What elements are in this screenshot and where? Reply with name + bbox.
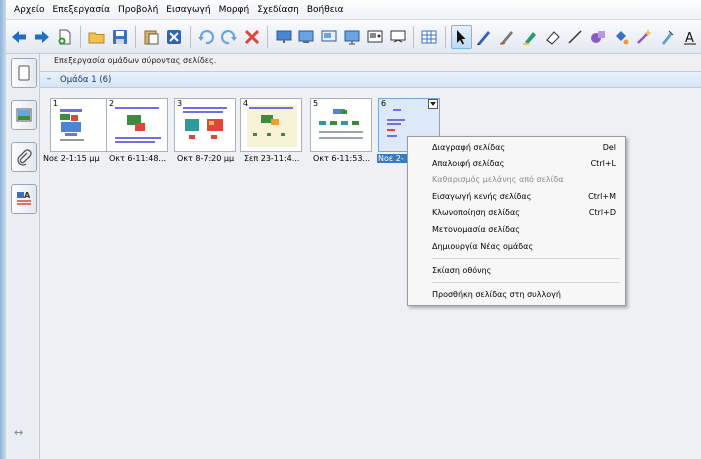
menu-edit[interactable]: Επεξεργασία: [49, 0, 115, 20]
page-sorter-tab[interactable]: [11, 58, 37, 88]
video-player-icon[interactable]: [387, 25, 408, 49]
menu-item-new-group[interactable]: Δημιουργία Νέας ομάδας: [432, 239, 622, 254]
gallery-tab[interactable]: [11, 100, 37, 130]
menu-help[interactable]: Βοήθεια: [303, 0, 348, 20]
toolbar-separator: [135, 25, 137, 48]
menu-item-label: Διαγραφή σελίδας: [432, 143, 506, 152]
collapse-icon[interactable]: –: [44, 74, 54, 85]
highlighter-icon[interactable]: [519, 25, 540, 49]
page-thumbnail-image: [319, 109, 363, 139]
menu-item-label: Δημιουργία Νέας ομάδας: [432, 242, 534, 251]
toolbar-separator: [189, 25, 191, 48]
page-caption: Οκτ 6-11:48...: [109, 154, 167, 163]
paperclip-icon[interactable]: [11, 142, 37, 172]
menu-item-label: Μετονομασία σελίδας: [432, 225, 520, 234]
document-camera-icon[interactable]: [342, 25, 363, 49]
open-folder-icon[interactable]: [86, 25, 107, 49]
page-caption: Σεπ 23-11:4...: [244, 154, 300, 163]
page-caption: Νοε 2-1:15 μμ: [43, 154, 100, 163]
menu-item-shortcut: Del: [602, 143, 616, 152]
screen-shade-icon[interactable]: [273, 25, 294, 49]
page-caption: Νοε 2-: [377, 154, 409, 163]
toolbar: A: [6, 20, 701, 54]
back-arrow-icon[interactable]: [9, 25, 30, 49]
menu-item-label: Σκίαση οθόνης: [432, 266, 492, 275]
menu-separator: [432, 282, 620, 283]
page-menu-dropdown-icon[interactable]: [428, 99, 438, 109]
menu-file[interactable]: Αρχείο: [10, 0, 49, 20]
page-thumbnail-image: [247, 105, 297, 147]
toolbar-separator: [444, 25, 446, 48]
page-thumbnail-3[interactable]: 3: [174, 98, 236, 152]
page-sorter-hint: Επεξεργασία ομάδων σύροντας σελίδες.: [54, 56, 217, 65]
page-thumbnail-2[interactable]: 2: [106, 98, 168, 152]
menu-item-clear-ink: Καθαρισμός μελάνης από σελίδα: [432, 172, 622, 187]
group-header[interactable]: – Ομάδα 1 (6): [40, 71, 701, 88]
page-thumbnail-image: [183, 107, 227, 139]
text-icon[interactable]: A: [679, 25, 700, 49]
toolbar-separator: [80, 25, 82, 48]
menu-item-add-to-gallery[interactable]: Προσθήκη σελίδας στη συλλογή: [432, 287, 622, 302]
display-icon[interactable]: [296, 25, 317, 49]
select-arrow-icon[interactable]: [450, 24, 472, 49]
menu-item-delete-page[interactable]: Διαγραφή σελίδας Del: [432, 140, 622, 155]
toolbar-separator: [267, 25, 269, 48]
properties-tab[interactable]: A: [11, 184, 37, 214]
capture-icon[interactable]: [319, 25, 340, 49]
page-thumbnail-4[interactable]: 4: [240, 98, 302, 152]
menu-item-clear-page[interactable]: Απαλοιφή σελίδας Ctrl+L: [432, 156, 622, 171]
delete-icon[interactable]: [241, 25, 262, 49]
menu-view[interactable]: Προβολή: [114, 0, 162, 20]
menu-item-label: Απαλοιφή σελίδας: [432, 159, 505, 168]
forward-arrow-icon[interactable]: [32, 25, 53, 49]
fill-icon[interactable]: [611, 25, 632, 49]
page-caption: Οκτ 8-7:20 μμ: [177, 154, 235, 163]
menu-item-label: Κλωνοποίηση σελίδας: [432, 208, 520, 217]
menu-item-shortcut: Ctrl+M: [588, 192, 616, 201]
menu-item-shortcut: Ctrl+L: [590, 159, 616, 168]
line-icon[interactable]: [565, 25, 586, 49]
resize-handle-icon[interactable]: ↔: [14, 426, 23, 439]
menu-bar: Αρχείο Επεξεργασία Προβολή Εισαγωγή Μορφ…: [6, 0, 701, 20]
menu-item-label: Εισαγωγή κενής σελίδας: [432, 192, 532, 201]
menu-item-label: Προσθήκη σελίδας στη συλλογή: [432, 290, 561, 299]
menu-item-insert-blank-page[interactable]: Εισαγωγή κενής σελίδας Ctrl+M: [432, 189, 622, 204]
page-caption: Οκτ 6-11:53...: [313, 154, 371, 163]
toolbar-separator: [413, 25, 415, 48]
pen-icon[interactable]: [474, 25, 495, 49]
svg-text:A: A: [24, 191, 31, 200]
menu-item-clone-page[interactable]: Κλωνοποίηση σελίδας Ctrl+D: [432, 205, 622, 220]
creative-pen-icon[interactable]: [497, 25, 518, 49]
menu-draw[interactable]: Σχεδίαση: [253, 0, 303, 20]
side-tab-bar: A ↔: [6, 54, 40, 459]
object-pen-icon[interactable]: [656, 25, 677, 49]
page-thumbnail-image: [60, 109, 84, 141]
page-thumbnail-image: [115, 107, 161, 143]
menu-insert[interactable]: Εισαγωγή: [162, 0, 214, 20]
table-icon[interactable]: [419, 25, 440, 49]
group-title: Ομάδα 1 (6): [60, 74, 112, 85]
save-icon[interactable]: [109, 25, 130, 49]
new-page-icon[interactable]: [55, 25, 76, 49]
eraser-icon[interactable]: [542, 25, 563, 49]
menu-format[interactable]: Μορφή: [215, 0, 254, 20]
page-context-menu: Διαγραφή σελίδας Del Απαλοιφή σελίδας Ct…: [407, 136, 626, 306]
menu-item-shortcut: Ctrl+D: [588, 208, 616, 217]
redo-icon[interactable]: [218, 25, 239, 49]
paste-icon[interactable]: [141, 25, 162, 49]
page-thumbnail-5[interactable]: 5: [310, 98, 372, 152]
menu-item-label: Καθαρισμός μελάνης από σελίδα: [432, 175, 564, 184]
menu-item-screen-shade[interactable]: Σκίαση οθόνης: [432, 263, 622, 278]
shape-icon[interactable]: [588, 25, 609, 49]
menu-separator: [432, 258, 620, 259]
delete-page-icon[interactable]: [164, 25, 185, 49]
magic-pen-icon[interactable]: [634, 25, 655, 49]
page-thumbnail-1[interactable]: 1: [50, 98, 112, 152]
menu-item-rename-page[interactable]: Μετονομασία σελίδας: [432, 222, 622, 237]
recorder-icon[interactable]: [364, 25, 385, 49]
undo-icon[interactable]: [196, 25, 217, 49]
